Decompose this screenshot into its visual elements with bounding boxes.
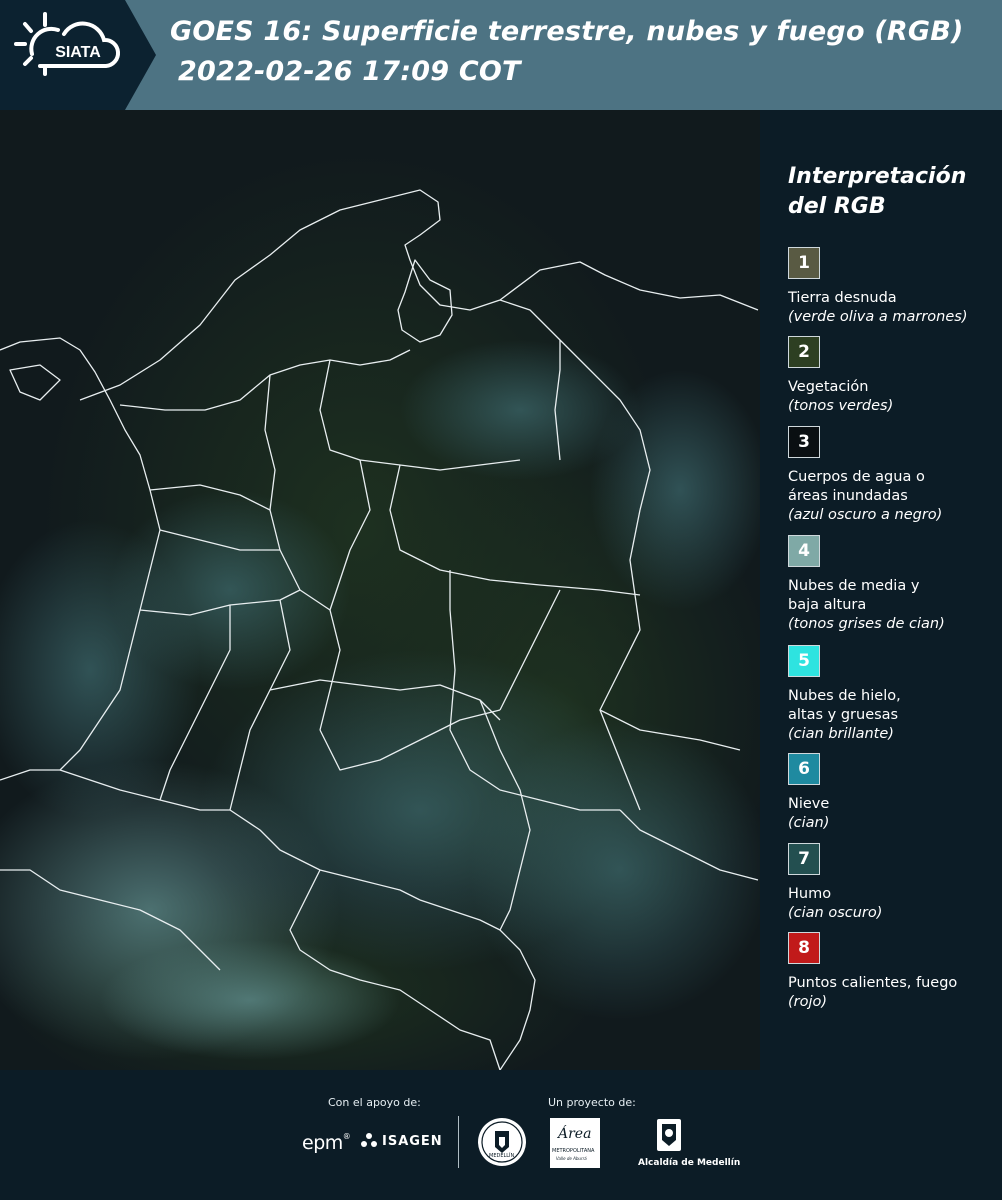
siata-logo: SIATA bbox=[0, 0, 160, 110]
legend-swatch: 7 bbox=[788, 843, 820, 875]
legend-label: Nubes de media y baja altura bbox=[788, 578, 920, 613]
alcaldia-logo: Alcaldía de Medellín bbox=[638, 1118, 740, 1174]
area-metropolitana-logo: Área METROPOLITANA Valle de Aburrá bbox=[550, 1118, 600, 1168]
legend-label: Cuerpos de agua o áreas inundadas bbox=[788, 469, 925, 504]
legend-description: (cian) bbox=[788, 815, 830, 831]
header-bar: SIATA GOES 16: Superficie terrestre, nub… bbox=[0, 0, 1002, 110]
legend-description: (verde oliva a marrones) bbox=[788, 309, 968, 325]
legend-item-fire: 8 Puntos calientes, fuego (rojo) bbox=[788, 932, 998, 1012]
timestamp: 2022-02-26 17:09 COT bbox=[178, 56, 521, 87]
legend-label: Puntos calientes, fuego bbox=[788, 975, 958, 991]
isagen-icon bbox=[361, 1133, 377, 1147]
map-image bbox=[0, 110, 760, 1070]
legend-swatch: 8 bbox=[788, 932, 820, 964]
support-label: Con el apoyo de: bbox=[328, 1096, 421, 1109]
epm-logo: epm® bbox=[302, 1132, 351, 1154]
legend-label: Nubes de hielo, altas y gruesas bbox=[788, 688, 901, 723]
alcaldia-shield-icon bbox=[657, 1119, 681, 1151]
legend-item-ice-clouds: 5 Nubes de hielo, altas y gruesas (cian … bbox=[788, 645, 998, 744]
legend-item-low-clouds: 4 Nubes de media y baja altura (tonos gr… bbox=[788, 535, 998, 634]
footer-divider bbox=[458, 1116, 459, 1168]
project-label: Un proyecto de: bbox=[548, 1096, 636, 1109]
legend-description: (tonos grises de cian) bbox=[788, 616, 945, 632]
legend-label: Humo bbox=[788, 886, 832, 902]
legend-swatch: 1 bbox=[788, 247, 820, 279]
legend-description: (tonos verdes) bbox=[788, 398, 894, 414]
svg-text:SIATA: SIATA bbox=[55, 44, 101, 61]
legend-item-smoke: 7 Humo (cian oscuro) bbox=[788, 843, 998, 923]
legend-item-snow: 6 Nieve (cian) bbox=[788, 753, 998, 833]
university-seal-text: MEDELLÍN bbox=[489, 1153, 515, 1159]
legend-swatch: 4 bbox=[788, 535, 820, 567]
legend-item-vegetation: 2 Vegetación (tonos verdes) bbox=[788, 336, 998, 416]
legend-description: (cian oscuro) bbox=[788, 905, 883, 921]
university-seal: MEDELLÍN bbox=[477, 1117, 527, 1171]
legend-panel: Interpretación del RGB 1 Tierra desnuda … bbox=[760, 110, 1002, 1070]
legend-label: Nieve bbox=[788, 796, 830, 812]
legend-description: (rojo) bbox=[788, 994, 828, 1010]
satellite-map[interactable] bbox=[0, 110, 760, 1070]
footer: Con el apoyo de: Un proyecto de: epm® IS… bbox=[0, 1070, 1002, 1200]
university-seal-icon bbox=[478, 1118, 526, 1166]
isagen-logo: ISAGEN bbox=[360, 1132, 443, 1150]
legend-label: Vegetación bbox=[788, 379, 869, 395]
legend-description: (cian brillante) bbox=[788, 726, 894, 742]
legend-item-bare-soil: 1 Tierra desnuda (verde oliva a marrones… bbox=[788, 247, 998, 327]
legend-swatch: 3 bbox=[788, 426, 820, 458]
legend-title: Interpretación del RGB bbox=[788, 164, 967, 219]
siata-logo-icon: SIATA bbox=[0, 0, 156, 110]
legend-swatch: 5 bbox=[788, 645, 820, 677]
legend-swatch: 6 bbox=[788, 753, 820, 785]
legend-swatch: 2 bbox=[788, 336, 820, 368]
legend-description: (azul oscuro a negro) bbox=[788, 507, 943, 523]
page-title: GOES 16: Superficie terrestre, nubes y f… bbox=[170, 16, 964, 47]
legend-label: Tierra desnuda bbox=[788, 290, 897, 306]
legend-item-water: 3 Cuerpos de agua o áreas inundadas (azu… bbox=[788, 426, 998, 525]
